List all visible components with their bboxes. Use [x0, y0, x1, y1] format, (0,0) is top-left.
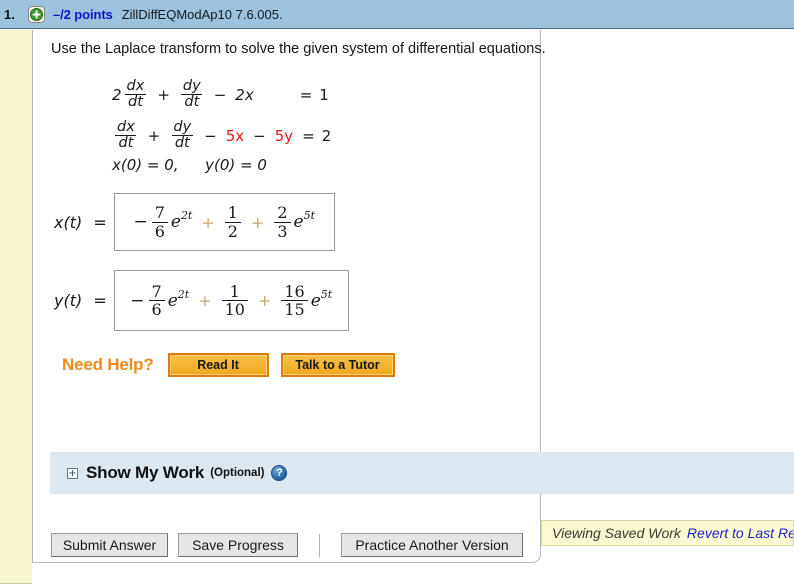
- eq1-term-1: 2x: [235, 85, 254, 104]
- revert-to-last-response-link[interactable]: Revert to Last Re: [687, 525, 793, 541]
- eq2-operator-2: −: [204, 126, 217, 145]
- submit-answer-button[interactable]: Submit Answer: [51, 533, 168, 557]
- eq1-fraction-dx-dt: dx dt: [125, 77, 146, 110]
- eq2-operator-3: −: [253, 126, 266, 145]
- y-exponential-2: e 5t: [310, 287, 333, 311]
- eq2-rhs: 2: [321, 126, 332, 145]
- answer-field-x[interactable]: − 7 6 e 2t + 1 2 + 2 3 e 5t: [113, 193, 335, 251]
- show-my-work-title: Show My Work: [86, 463, 205, 482]
- saved-work-status: Viewing Saved Work: [552, 525, 681, 541]
- eq2-equals: =: [302, 126, 315, 145]
- question-code: ZillDiffEQModAp10 7.6.005.: [121, 6, 283, 22]
- read-it-button[interactable]: Read It: [167, 353, 269, 377]
- y-fraction-1: 7 6: [148, 282, 165, 318]
- eq1-fraction-dy-dt: dy dt: [181, 77, 203, 110]
- plus-circle-icon[interactable]: [28, 5, 45, 23]
- eq1-operator-1: +: [157, 85, 170, 104]
- eq2-term-1: 5x: [225, 126, 245, 145]
- x-operator-2: +: [250, 212, 265, 232]
- eq2-term-2: 5y: [274, 126, 294, 145]
- equation-row-2: dx dt + dy dt − 5x − 5y = 2: [112, 115, 331, 156]
- action-button-bar: Submit Answer Save Progress Practice Ano…: [51, 533, 523, 557]
- equation-row-1: 2 dx dt + dy dt − 2x = 1: [112, 74, 331, 115]
- x-fraction-3: 2 3: [274, 204, 291, 240]
- question-mark-icon[interactable]: ?: [271, 465, 288, 481]
- x-fraction-2: 1 2: [224, 204, 241, 240]
- y-operator-1: +: [198, 291, 212, 310]
- answer-row-x: x(t) = − 7 6 e 2t + 1 2 + 2 3 e 5t: [54, 193, 335, 251]
- y-operator-2: +: [257, 291, 272, 310]
- eq1-coefficient: 2: [112, 85, 122, 104]
- x-exponential-1: e 2t: [170, 209, 193, 232]
- page-background-right: [541, 30, 794, 520]
- initial-condition-y: y(0) = 0: [205, 156, 267, 174]
- y-fraction-3: 16 15: [281, 282, 308, 318]
- show-my-work-panel: + Show My Work (Optional) ?: [50, 452, 794, 494]
- eq2-fraction-dy-dt: dy dt: [171, 118, 193, 151]
- need-help-section: Need Help? Read It Talk to a Tutor: [62, 353, 407, 377]
- eq2-fraction-dx-dt: dx dt: [115, 118, 137, 151]
- equation-system: 2 dx dt + dy dt − 2x = 1 dx dt + dy dt −…: [112, 74, 331, 156]
- answer-expression-x: − 7 6 e 2t + 1 2 + 2 3 e 5t: [133, 203, 316, 241]
- talk-to-a-tutor-button[interactable]: Talk to a Tutor: [280, 353, 395, 377]
- question-number: 1.: [4, 6, 15, 22]
- need-help-label: Need Help?: [62, 355, 154, 374]
- eq2-operator-1: +: [147, 126, 161, 145]
- question-prompt: Use the Laplace transform to solve the g…: [51, 41, 546, 57]
- points-label: –/2 points: [53, 6, 113, 22]
- eq1-operator-2: −: [213, 85, 227, 104]
- eq1-rhs: 1: [319, 85, 329, 104]
- question-header-bar: 1. –/2 points ZillDiffEQModAp10 7.6.005.: [0, 0, 794, 29]
- eq1-equals: =: [299, 85, 313, 104]
- plus-box-icon[interactable]: +: [67, 467, 78, 479]
- answer-label-y: y(t) =: [54, 291, 107, 310]
- practice-another-version-button[interactable]: Practice Another Version: [341, 533, 523, 557]
- left-gutter: [0, 30, 32, 584]
- question-page: 1. –/2 points ZillDiffEQModAp10 7.6.005.…: [0, 0, 794, 584]
- saved-work-banner: Viewing Saved Work Revert to Last Re: [541, 520, 794, 546]
- x-operator-1: +: [201, 212, 215, 232]
- answer-row-y: y(t) = − 7 6 e 2t + 1 10 + 16 15 e 5t: [54, 270, 349, 331]
- answer-expression-y: − 7 6 e 2t + 1 10 + 16 15 e 5t: [130, 281, 333, 319]
- initial-condition-x: x(0) = 0,: [112, 156, 179, 174]
- x-fraction-1: 7 6: [151, 204, 168, 240]
- y-fraction-2: 1 10: [221, 282, 248, 318]
- show-my-work-optional-label: (Optional): [210, 467, 265, 479]
- initial-conditions: x(0) = 0, y(0) = 0: [112, 156, 267, 174]
- answer-label-x: x(t) =: [54, 212, 107, 232]
- answer-field-y[interactable]: − 7 6 e 2t + 1 10 + 16 15 e 5t: [113, 270, 349, 331]
- x-exponential-2: e 5t: [293, 209, 316, 232]
- y-exponential-1: e 2t: [167, 287, 190, 311]
- button-divider: [319, 533, 320, 557]
- save-progress-button[interactable]: Save Progress: [178, 533, 298, 557]
